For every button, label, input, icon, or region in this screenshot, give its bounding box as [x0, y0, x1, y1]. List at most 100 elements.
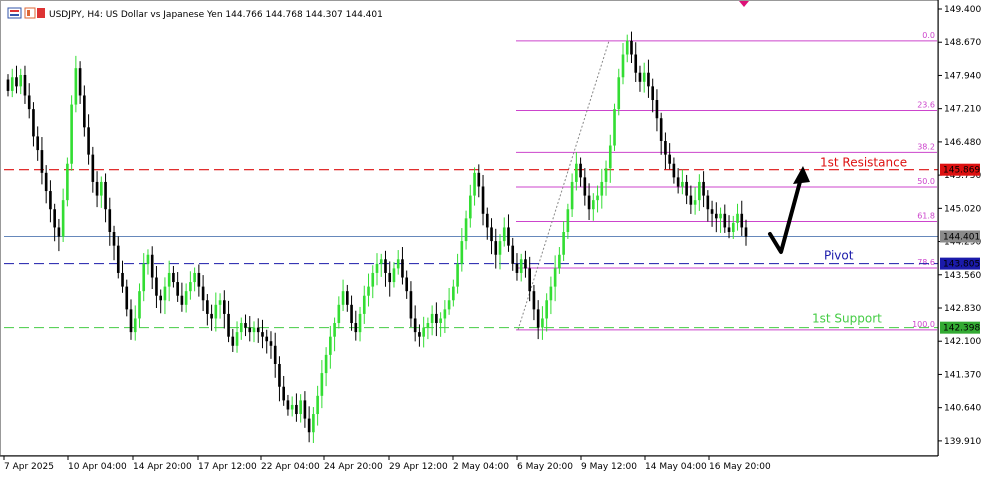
candle-body: [401, 259, 404, 278]
price-tick-label: 142.830: [944, 304, 981, 314]
candle-body: [163, 286, 167, 301]
candle-body: [44, 172, 48, 192]
candle-body: [706, 195, 710, 210]
candle-body: [396, 259, 400, 269]
pivot-price-tag: 143.805: [943, 260, 980, 270]
candle-body: [320, 373, 324, 396]
candle-body: [672, 163, 676, 178]
candle-body: [324, 354, 328, 374]
candle-body: [519, 259, 523, 273]
time-tick-label: 14 Apr 20:00: [133, 462, 192, 472]
candle-body: [278, 363, 281, 387]
fib-level-label: 50.0: [917, 177, 935, 186]
candle-body: [744, 227, 748, 237]
candle-body: [456, 263, 459, 287]
support-label: 1st Support: [812, 312, 882, 326]
candle-body: [36, 136, 40, 151]
indicator-icon[interactable]: [7, 7, 22, 19]
candle-body: [485, 213, 489, 228]
candle-body: [150, 254, 154, 278]
candle-body: [566, 209, 570, 232]
candle-body: [61, 200, 65, 237]
candle-body: [740, 213, 744, 228]
candle-body: [53, 209, 56, 228]
candle-body: [176, 282, 179, 296]
indicator-icon-bar: [10, 10, 19, 12]
candle-body: [515, 263, 519, 273]
candle-body: [570, 181, 574, 210]
candle-body: [27, 95, 31, 110]
candle-body: [235, 332, 239, 346]
candle-body: [256, 327, 260, 333]
candle-body: [133, 318, 137, 333]
candle-body: [430, 313, 434, 324]
candle-body: [524, 259, 527, 269]
candle-body: [664, 140, 667, 155]
price-tick-label: 145.020: [944, 204, 981, 214]
price-chart[interactable]: USDJPY, H4: US Dollar vs Japanese Yen 14…: [0, 0, 993, 479]
candle-body: [507, 227, 510, 246]
candle-body: [685, 181, 688, 196]
candle-body: [286, 400, 290, 410]
candle-body: [418, 332, 421, 337]
fib-level-label: 23.6: [917, 100, 935, 109]
candle-body: [142, 263, 146, 292]
candle-body: [341, 291, 345, 305]
price-tick-label: 149.400: [944, 5, 981, 15]
time-tick-label: 2 May 04:00: [453, 462, 509, 472]
candle-body: [723, 213, 727, 228]
candle-body: [316, 395, 319, 415]
fib-level-label: 0.0: [922, 31, 935, 40]
price-tick-label: 142.100: [944, 337, 981, 347]
price-tick-label: 141.370: [944, 370, 981, 380]
candle-body: [545, 300, 548, 319]
pivot-label: Pivot: [824, 249, 854, 263]
candle-body: [184, 291, 188, 305]
candle-body: [371, 272, 375, 287]
resistance-label: 1st Resistance: [820, 156, 907, 170]
time-tick-label: 29 Apr 12:00: [389, 462, 448, 472]
time-axis[interactable]: 7 Apr 2025 10 Apr 04:00 14 Apr 20:00 17 Apr…: [0, 455, 938, 472]
candle-body: [6, 79, 10, 91]
template-icon[interactable]: [37, 8, 45, 18]
support-price-tag: 142.398: [943, 324, 980, 334]
candle-body: [108, 209, 112, 232]
candle-body: [579, 163, 582, 178]
candle-body: [295, 404, 298, 415]
chart-type-icon-fill: [27, 10, 30, 16]
price-axis[interactable]: 149.400148.670147.940147.210146.480145.7…: [937, 0, 981, 456]
candle-body: [490, 227, 493, 242]
candle-body: [99, 181, 103, 196]
candle-body: [384, 259, 387, 273]
chart-window[interactable]: USDJPY, H4: US Dollar vs Japanese Yen 14…: [0, 0, 993, 479]
candle-body: [621, 54, 625, 78]
candle-body: [714, 213, 718, 219]
candle-body: [40, 150, 44, 173]
candle-body: [189, 282, 192, 292]
candle-body: [70, 104, 73, 164]
candle-body: [481, 186, 485, 214]
candle-body: [702, 181, 705, 196]
candle-body: [19, 74, 23, 87]
time-tick-label: 10 Apr 04:00: [68, 462, 127, 472]
candle-body: [121, 272, 124, 287]
candle-body: [638, 72, 642, 82]
candle-body: [239, 323, 243, 333]
candle-body: [129, 309, 133, 333]
candle-body: [206, 300, 209, 314]
candle-body: [112, 232, 116, 246]
candle-body: [447, 300, 451, 310]
price-tick-label: 146.480: [944, 138, 981, 148]
candle-body: [138, 291, 141, 319]
candle-body: [78, 68, 82, 96]
candle-body: [159, 295, 163, 301]
candle-body: [83, 95, 86, 128]
candle-body: [231, 336, 235, 346]
time-tick-label: 6 May 20:00: [517, 462, 573, 472]
indicator-icon-bar-2: [10, 14, 19, 16]
candle-body: [668, 154, 671, 164]
candle-body: [439, 318, 442, 324]
candle-body: [290, 404, 294, 410]
candle-body: [210, 313, 213, 319]
time-tick-label: 24 Apr 20:00: [324, 462, 383, 472]
